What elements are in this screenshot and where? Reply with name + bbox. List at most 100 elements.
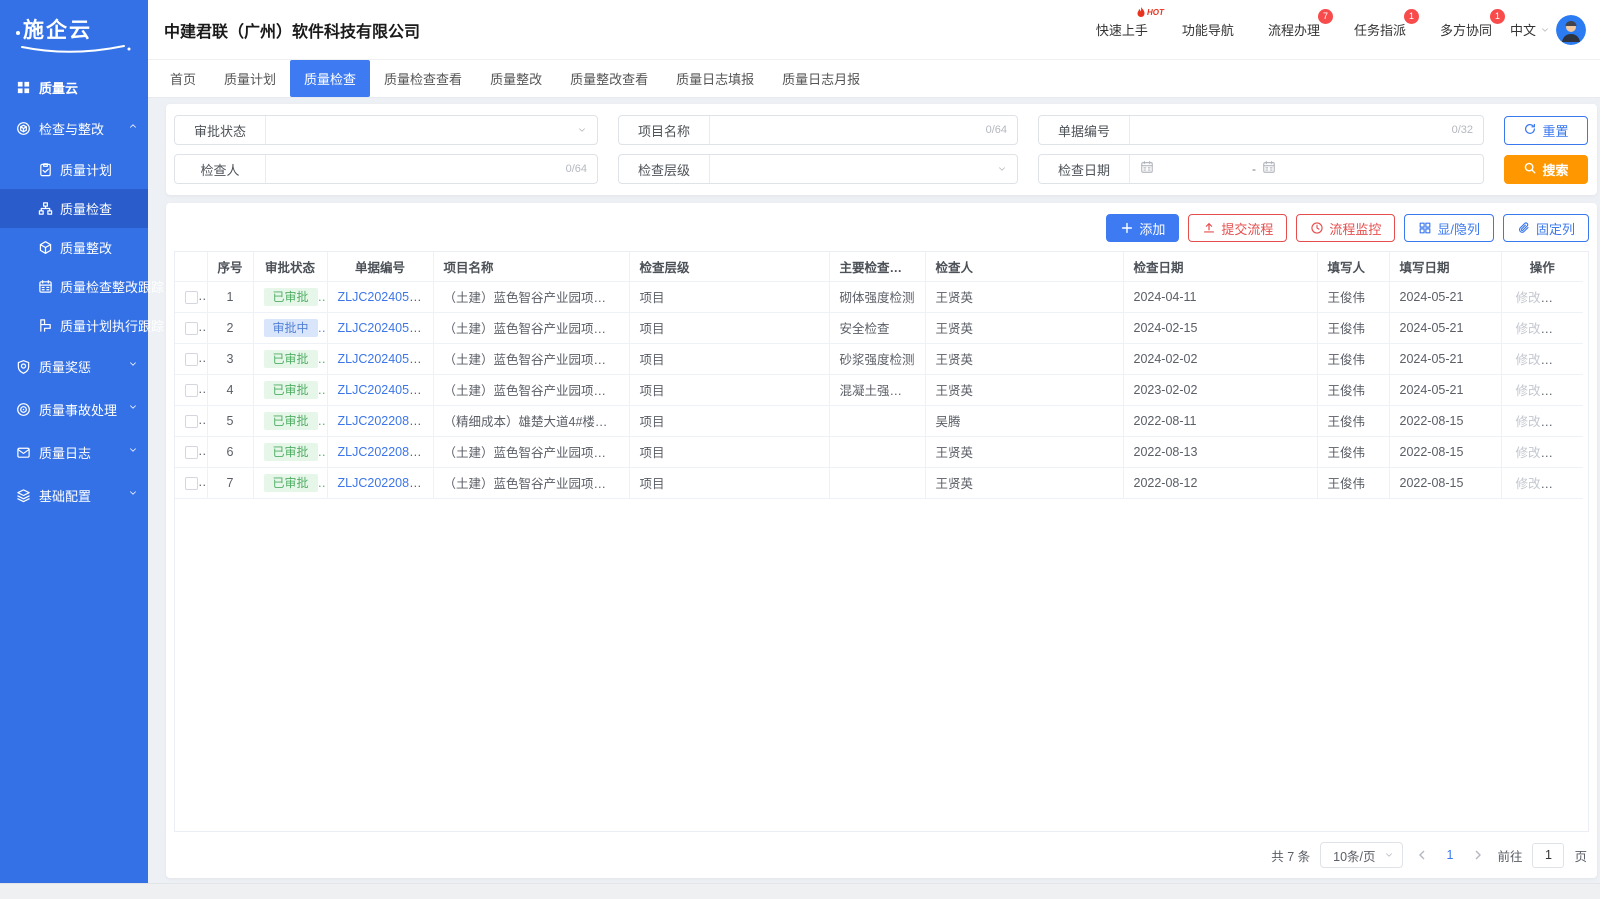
doc-no-link[interactable]: ZLJC2024050445 — [338, 321, 434, 335]
doc-no-input[interactable] — [1130, 123, 1452, 138]
cell-writer: 王俊伟 — [1317, 312, 1389, 343]
edit-link[interactable]: 修改 — [1516, 415, 1541, 429]
column-header-check_date: 检查日期 — [1123, 252, 1317, 281]
sidebar-group-4[interactable]: 基础配置 — [0, 474, 148, 517]
column-header-project: 项目名称 — [433, 252, 629, 281]
status-badge: 已审批 — [264, 288, 318, 306]
cell-check — [175, 467, 207, 498]
check-date-from-input[interactable] — [1160, 162, 1246, 176]
toolbar-button-3[interactable]: 显/隐列 — [1404, 214, 1494, 242]
approval-status-select[interactable] — [266, 123, 577, 138]
toolbar-button-4[interactable]: 固定列 — [1503, 214, 1589, 242]
sidebar-product[interactable]: 质量云 — [0, 60, 148, 107]
doc-no-link[interactable]: ZLJC2024050444 — [338, 352, 434, 366]
filter-check-level[interactable]: 检查层级 — [618, 154, 1018, 184]
search-button[interactable]: 搜索 — [1504, 155, 1588, 184]
edit-link[interactable]: 修改 — [1516, 446, 1541, 460]
sidebar-group-1[interactable]: 质量奖惩 — [0, 345, 148, 388]
sidebar-item-0[interactable]: 质量计划 — [0, 150, 148, 189]
topnav-item-3[interactable]: 任务指派1 — [1354, 20, 1406, 39]
project-name-input[interactable] — [710, 123, 986, 138]
edit-link[interactable]: 修改 — [1516, 384, 1541, 398]
check-level-select[interactable] — [710, 162, 997, 177]
column-header-writer: 填写人 — [1317, 252, 1389, 281]
topnav-item-1[interactable]: 功能导航 — [1182, 20, 1234, 39]
avatar[interactable] — [1556, 15, 1586, 45]
row-checkbox[interactable] — [185, 415, 198, 428]
tab-2[interactable]: 质量检查 — [290, 60, 370, 97]
sidebar-group-label: 检查与整改 — [39, 119, 120, 138]
goto-page-input[interactable] — [1532, 843, 1564, 868]
toolbar-button-1[interactable]: 提交流程 — [1188, 214, 1287, 242]
edit-link[interactable]: 修改 — [1516, 322, 1541, 336]
doc-no-link[interactable]: ZLJC2022080174 — [338, 414, 434, 428]
edit-link[interactable]: 修改 — [1516, 353, 1541, 367]
sidebar-item-4[interactable]: 质量计划执行跟踪 — [0, 306, 148, 345]
row-checkbox[interactable] — [185, 477, 198, 490]
current-page[interactable]: 1 — [1441, 848, 1460, 862]
language-switcher[interactable]: 中文 — [1510, 20, 1550, 39]
page-size-select[interactable]: 10条/页 — [1320, 842, 1402, 868]
filter-doc-no[interactable]: 单据编号 0/32 — [1038, 115, 1484, 145]
inspector-input[interactable] — [266, 162, 566, 177]
row-checkbox[interactable] — [185, 353, 198, 366]
filter-project-name[interactable]: 项目名称 0/64 — [618, 115, 1018, 145]
reset-button[interactable]: 重置 — [1504, 116, 1588, 145]
cell-level: 项目 — [629, 436, 829, 467]
tab-6[interactable]: 质量日志填报 — [662, 60, 768, 97]
tab-4[interactable]: 质量整改 — [476, 60, 556, 97]
row-checkbox[interactable] — [185, 291, 198, 304]
char-counter: 0/64 — [986, 124, 1017, 136]
total-count: 共 7 条 — [1271, 846, 1310, 865]
topnav-item-0[interactable]: 快速上手HOT — [1096, 20, 1148, 39]
prev-page-button[interactable] — [1413, 850, 1431, 860]
toolbar-button-0[interactable]: 添加 — [1106, 214, 1179, 242]
sidebar-item-label: 质量计划执行跟踪 — [60, 316, 164, 335]
topnav-item-4[interactable]: 多方协同1 — [1440, 20, 1492, 39]
cell-ops: 修改删除 — [1501, 467, 1583, 498]
sidebar-group-label: 质量日志 — [39, 443, 120, 462]
cell-inspector: 王贤英 — [925, 281, 1123, 312]
doc-no-link[interactable]: ZLJC2022080172 — [338, 476, 434, 490]
cell-doc_no: ZLJC2022080173 — [327, 436, 433, 467]
filter-approval-status[interactable]: 审批状态 — [174, 115, 598, 145]
doc-no-link[interactable]: ZLJC2024050443 — [338, 383, 434, 397]
filter-check-date[interactable]: 检查日期 - — [1038, 154, 1484, 184]
sidebar-group-2[interactable]: 质量事故处理 — [0, 388, 148, 431]
row-checkbox[interactable] — [185, 384, 198, 397]
sidebar-item-2[interactable]: 质量整改 — [0, 228, 148, 267]
chevron-up-icon — [128, 121, 138, 136]
sidebar-group-0[interactable]: 检查与整改 — [0, 107, 148, 150]
check-date-to-input[interactable] — [1282, 162, 1368, 176]
search-icon — [1523, 161, 1537, 178]
tab-0[interactable]: 首页 — [156, 60, 210, 97]
cell-check — [175, 436, 207, 467]
row-checkbox[interactable] — [185, 446, 198, 459]
upload-icon — [1202, 221, 1216, 235]
edit-link[interactable]: 修改 — [1516, 291, 1541, 305]
sidebar-item-3[interactable]: 质量检查整改跟踪 — [0, 267, 148, 306]
toolbar-button-2[interactable]: 流程监控 — [1296, 214, 1395, 242]
row-checkbox[interactable] — [185, 322, 198, 335]
filter-inspector[interactable]: 检查人 0/64 — [174, 154, 598, 184]
topnav-item-2[interactable]: 流程办理7 — [1268, 20, 1320, 39]
tab-7[interactable]: 质量日志月报 — [768, 60, 874, 97]
doc-no-link[interactable]: ZLJC2022080173 — [338, 445, 434, 459]
sidebar-item-1[interactable]: 质量检查 — [0, 189, 148, 228]
table-row: 6已审批ZLJC2022080173（土建）蓝色智谷产业园项目施工总承...项目… — [175, 436, 1583, 467]
cell-check_date: 2024-04-11 — [1123, 281, 1317, 312]
logo-text: 施企云 — [23, 19, 92, 42]
status-badge: 已审批 — [264, 350, 318, 368]
tab-5[interactable]: 质量整改查看 — [556, 60, 662, 97]
next-page-button[interactable] — [1469, 850, 1487, 860]
chevron-down-icon — [997, 164, 1017, 174]
tab-1[interactable]: 质量计划 — [210, 60, 290, 97]
edit-link[interactable]: 修改 — [1516, 477, 1541, 491]
status-badge: 已审批 — [264, 474, 318, 492]
tab-3[interactable]: 质量检查查看 — [370, 60, 476, 97]
doc-no-link[interactable]: ZLJC2024050446 — [338, 290, 434, 304]
notification-badge: 7 — [1318, 9, 1333, 24]
cell-check — [175, 405, 207, 436]
sidebar-menu: 检查与整改质量计划质量检查质量整改质量检查整改跟踪质量计划执行跟踪质量奖惩质量事… — [0, 107, 148, 517]
sidebar-group-3[interactable]: 质量日志 — [0, 431, 148, 474]
